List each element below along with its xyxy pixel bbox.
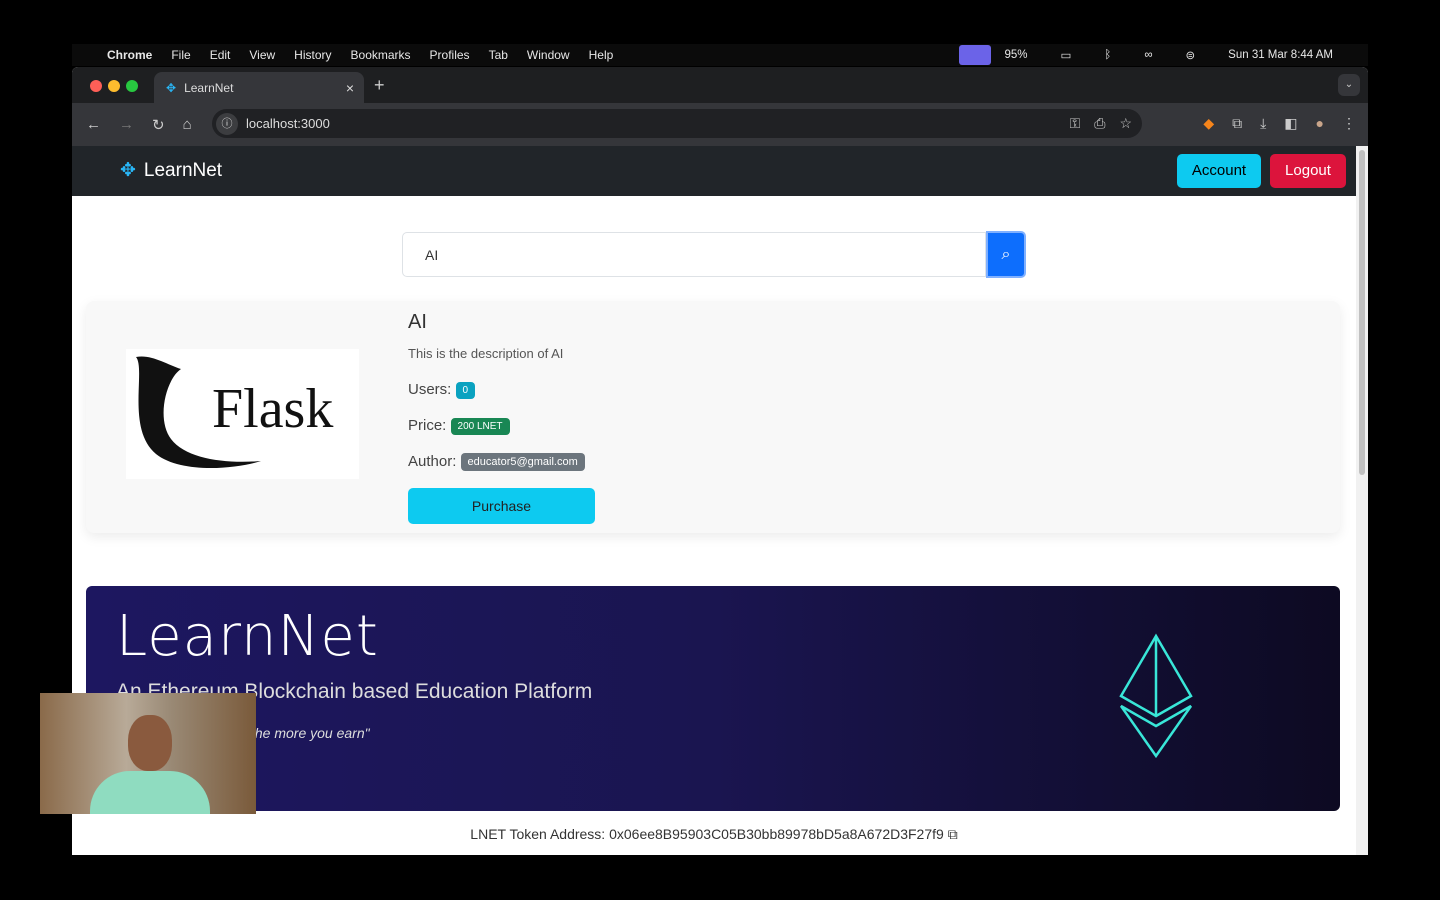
home-icon[interactable]: ⌂ [183, 116, 192, 134]
token-address-row: LNET Token Address: 0x06ee8B95903C05B30b… [72, 826, 1356, 843]
battery-percent: 95% [1004, 49, 1028, 61]
site-navbar: ✥ LearnNet Account Logout [72, 146, 1356, 196]
hero-title: LearnNet [116, 604, 379, 669]
hero-tagline: the more you earn" [251, 725, 370, 741]
flask-logo-text: Flask [212, 378, 334, 440]
course-title: AI [408, 311, 427, 333]
brand-name: LearnNet [143, 159, 223, 181]
users-label: Users: [408, 381, 452, 398]
menu-help[interactable]: Help [589, 48, 614, 62]
site-info-icon[interactable]: ⓘ [216, 112, 238, 135]
bookmark-star-icon[interactable]: ☆ [1119, 115, 1132, 132]
brand-link[interactable]: ✥ LearnNet [120, 159, 222, 182]
close-tab-icon[interactable]: × [346, 80, 354, 96]
metamask-icon[interactable]: ◆ [1203, 115, 1214, 132]
page-content: ✥ LearnNet Account Logout ⌕ Flask AI Thi… [72, 146, 1356, 855]
browser-toolbar: ← → ↻ ⌂ ⓘ localhost:3000 ⚿ ⎙ ☆ ◆ ⧉ ⤓ ◧ ●… [72, 103, 1368, 146]
menu-window[interactable]: Window [527, 48, 570, 62]
download-icon[interactable]: ⤓ [1260, 115, 1266, 132]
menu-app[interactable]: Chrome [107, 48, 152, 62]
search-input[interactable] [402, 232, 986, 277]
menu-profiles[interactable]: Profiles [430, 48, 470, 62]
menu-bookmarks[interactable]: Bookmarks [351, 48, 411, 62]
author-badge: educator5@gmail.com [460, 453, 585, 472]
more-menu-icon[interactable]: ⋮ [1342, 115, 1356, 132]
users-badge: 0 [455, 381, 476, 399]
address-bar[interactable]: ⓘ localhost:3000 ⚿ ⎙ ☆ [212, 109, 1142, 138]
price-badge: 200 LNET [450, 417, 510, 435]
price-label: Price: [408, 417, 447, 434]
course-card: Flask AI This is the description of AI U… [86, 301, 1340, 533]
menu-file[interactable]: File [171, 48, 190, 62]
macos-menubar: Chrome File Edit View History Bookmarks … [72, 44, 1368, 66]
maximize-window-button[interactable] [126, 80, 138, 92]
account-button[interactable]: Account [1177, 154, 1261, 188]
minimize-window-button[interactable] [108, 80, 120, 92]
profile-avatar[interactable]: ● [1316, 115, 1324, 132]
tab-bar: ✥ LearnNet × + ⌄ [72, 67, 1368, 103]
page-scrollbar[interactable] [1356, 146, 1368, 855]
logo-icon: ✥ [120, 160, 136, 181]
purchase-button[interactable]: Purchase [408, 488, 595, 524]
forward-icon[interactable]: → [119, 116, 134, 134]
search-icon: ⌕ [1001, 246, 1011, 263]
token-address: LNET Token Address: 0x06ee8B95903C05B30b… [470, 826, 944, 842]
control-center-icon[interactable]: ⊜ [1186, 48, 1196, 62]
ethereum-logo-icon [1119, 633, 1193, 759]
hero-banner: LearnNet An Ethereum Blockchain based Ed… [86, 586, 1340, 811]
favicon-icon: ✥ [166, 80, 177, 95]
reload-icon[interactable]: ↻ [152, 116, 165, 134]
extensions-icon[interactable]: ⧉ [1232, 115, 1242, 132]
browser-window: ✥ LearnNet × + ⌄ ← → ↻ ⌂ ⓘ localhost:300… [72, 67, 1368, 855]
course-image: Flask [126, 349, 359, 479]
menu-edit[interactable]: Edit [210, 48, 231, 62]
menu-view[interactable]: View [249, 48, 275, 62]
bluetooth-icon[interactable]: ᛒ [1104, 49, 1111, 61]
tab-title: LearnNet [184, 80, 234, 95]
menu-tab[interactable]: Tab [489, 48, 508, 62]
course-description: This is the description of AI [408, 346, 564, 361]
datetime[interactable]: Sun 31 Mar 8:44 AM [1228, 49, 1333, 61]
battery-icon[interactable]: ▭ [1061, 48, 1072, 62]
webcam-overlay [40, 693, 256, 814]
link-icon[interactable]: ∞ [1144, 49, 1152, 61]
author-row: Author: educator5@gmail.com [408, 453, 585, 472]
side-panel-icon[interactable]: ◧ [1284, 115, 1297, 132]
new-tab-icon[interactable]: + [374, 75, 385, 96]
users-row: Users: 0 [408, 381, 476, 399]
url-text[interactable]: localhost:3000 [246, 116, 330, 131]
back-icon[interactable]: ← [86, 116, 101, 134]
password-key-icon[interactable]: ⚿ [1070, 115, 1081, 132]
tab-search-chevron-icon[interactable]: ⌄ [1338, 74, 1360, 96]
install-app-icon[interactable]: ⎙ [1094, 115, 1105, 132]
search-button[interactable]: ⌕ [986, 231, 1026, 278]
tab-learnnet[interactable]: ✥ LearnNet × [154, 72, 364, 103]
close-window-button[interactable] [90, 80, 102, 92]
screen-share-icon[interactable] [958, 45, 991, 65]
author-label: Author: [408, 453, 457, 470]
copy-icon[interactable]: ⧉ [948, 826, 958, 842]
logout-button[interactable]: Logout [1270, 154, 1346, 188]
price-row: Price: 200 LNET [408, 417, 510, 435]
menu-history[interactable]: History [294, 48, 331, 62]
